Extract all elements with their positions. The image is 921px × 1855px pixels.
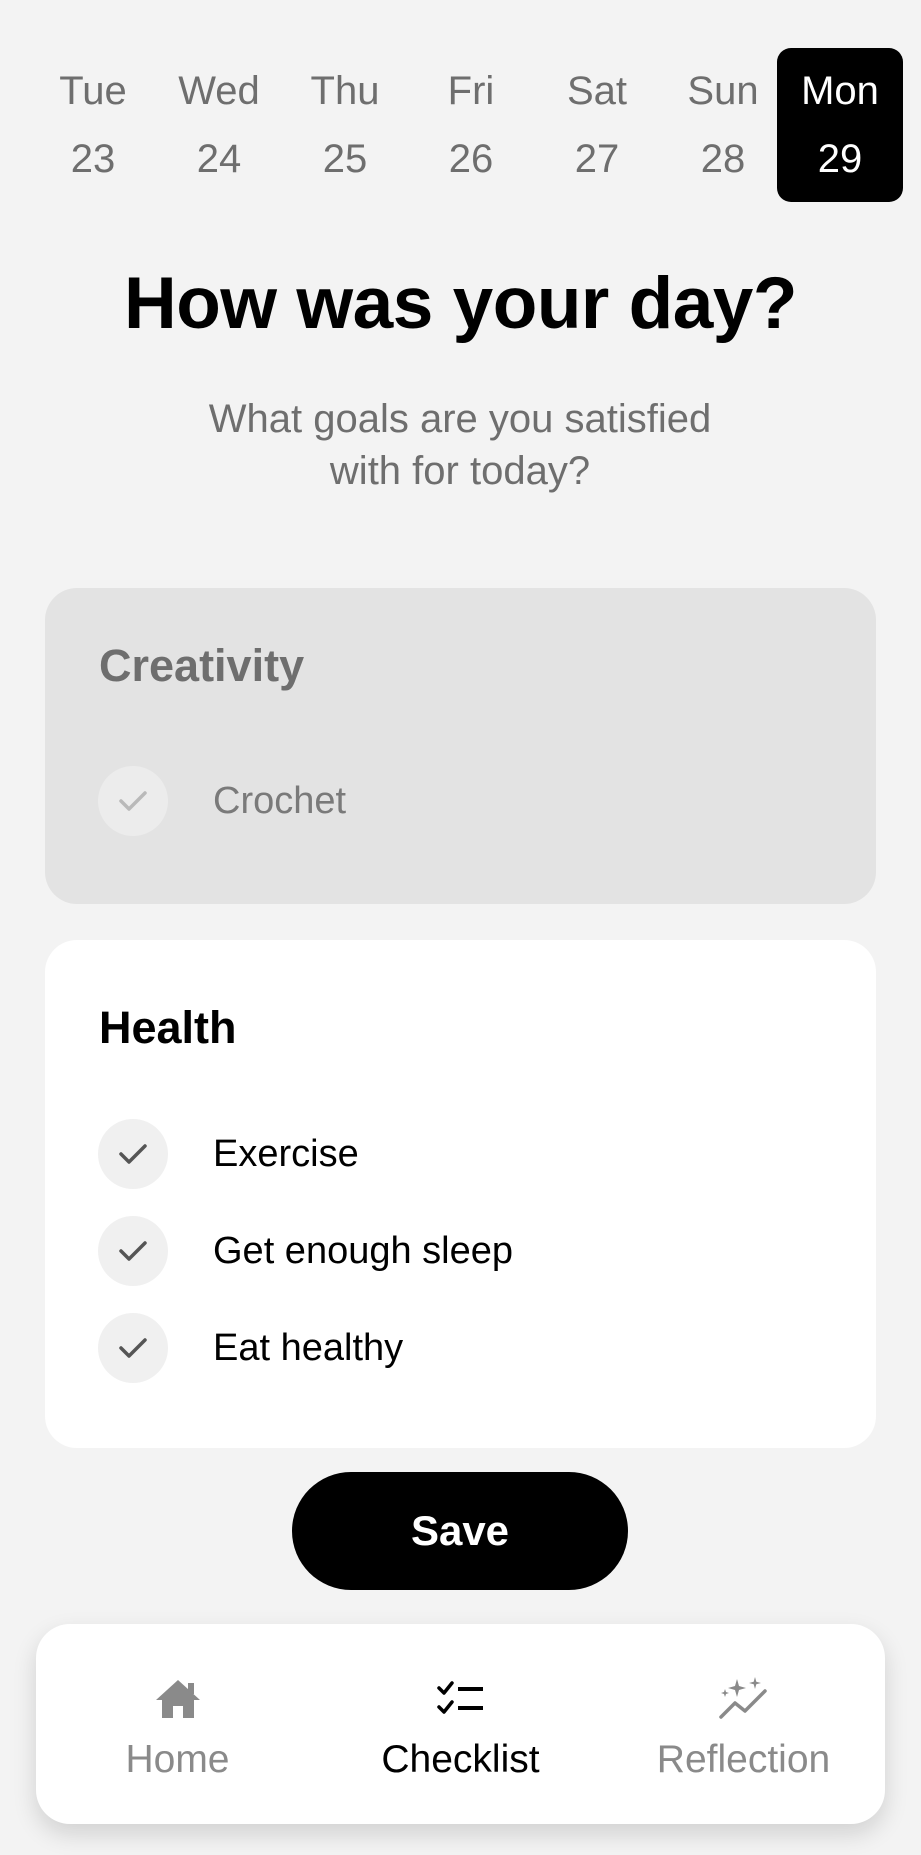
goal-label: Eat healthy [213, 1326, 404, 1369]
date-day-number: 27 [574, 137, 620, 181]
subtitle-line: What goals are you satisfied [208, 397, 712, 441]
nav-item-checklist[interactable]: Checklist [319, 1624, 602, 1824]
subtitle-line: with for today? [329, 449, 591, 493]
category-card-health[interactable]: Health Exercise Get enough sleep Eat hea… [45, 940, 876, 1448]
date-day-of-week: Sat [566, 69, 628, 113]
date-item-fri[interactable]: Fri 26 [408, 48, 534, 202]
goal-checkbox[interactable] [98, 1313, 168, 1383]
date-day-number: 25 [322, 137, 368, 181]
date-day-number: 29 [817, 137, 863, 181]
bottom-nav: Home Checklist Reflection [36, 1624, 885, 1824]
category-title: Health [99, 1002, 237, 1053]
checkmark-icon [119, 1144, 147, 1164]
goal-checkbox[interactable] [98, 1119, 168, 1189]
date-item-thu[interactable]: Thu 25 [282, 48, 408, 202]
checkmark-icon [119, 791, 147, 811]
date-day-of-week: Sun [687, 69, 759, 113]
goal-label: Crochet [213, 779, 347, 822]
category-title: Creativity [99, 640, 305, 691]
date-day-number: 26 [448, 137, 494, 181]
date-day-of-week: Wed [178, 69, 260, 113]
goal-item-crochet[interactable]: Crochet [98, 766, 346, 836]
category-card-creativity[interactable]: Creativity Crochet [45, 588, 876, 904]
date-day-of-week: Thu [310, 69, 380, 113]
checklist-icon [436, 1674, 486, 1724]
date-item-sun[interactable]: Sun 28 [660, 48, 786, 202]
goal-checkbox[interactable] [98, 766, 168, 836]
page-subtitle: What goals are you satisfied with for to… [160, 393, 760, 497]
date-day-number: 28 [700, 137, 746, 181]
date-day-of-week: Tue [59, 69, 127, 113]
home-icon [152, 1674, 204, 1724]
date-strip: Tue 23 Wed 24 Thu 25 Fri 26 Sat 27 Sun 2… [30, 48, 905, 202]
date-item-sat[interactable]: Sat 27 [534, 48, 660, 202]
date-day-number: 24 [196, 137, 242, 181]
date-item-mon-selected[interactable]: Mon 29 [777, 48, 903, 202]
nav-item-reflection[interactable]: Reflection [602, 1624, 885, 1824]
date-item-tue[interactable]: Tue 23 [30, 48, 156, 202]
nav-label: Reflection [656, 1738, 831, 1781]
sparkle-chart-icon [717, 1674, 771, 1724]
goal-item-exercise[interactable]: Exercise [98, 1119, 359, 1189]
page-title: How was your day? [124, 263, 798, 344]
nav-label: Checklist [381, 1738, 540, 1781]
goal-checkbox[interactable] [98, 1216, 168, 1286]
goal-label: Exercise [213, 1132, 359, 1175]
goal-item-eat-healthy[interactable]: Eat healthy [98, 1313, 403, 1383]
save-button[interactable]: Save [292, 1472, 628, 1590]
goal-item-sleep[interactable]: Get enough sleep [98, 1216, 513, 1286]
date-day-of-week: Mon [801, 69, 879, 113]
checkmark-icon [119, 1241, 147, 1261]
checkmark-icon [119, 1338, 147, 1358]
nav-item-home[interactable]: Home [36, 1624, 319, 1824]
date-day-of-week: Fri [447, 69, 495, 113]
date-day-number: 23 [70, 137, 116, 181]
nav-label: Home [125, 1738, 230, 1781]
date-item-wed[interactable]: Wed 24 [156, 48, 282, 202]
goal-label: Get enough sleep [213, 1229, 514, 1272]
